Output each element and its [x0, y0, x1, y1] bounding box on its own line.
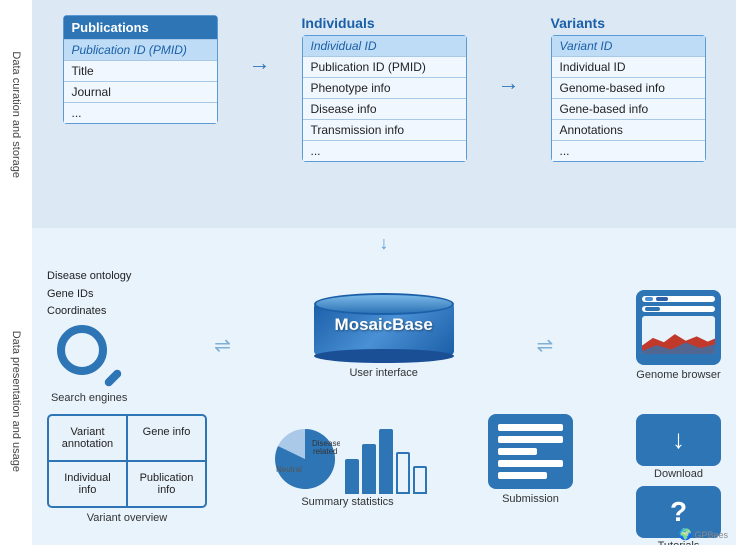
- ind-row-transmission: Transmission info: [303, 119, 466, 140]
- var-row-id: Variant ID: [552, 36, 705, 56]
- ind-row-phenotype: Phenotype info: [303, 77, 466, 98]
- arrow-pub-to-ind: →: [249, 15, 271, 76]
- variant-cell-individual: Individualinfo: [49, 462, 126, 506]
- pub-row-journal: Journal: [64, 81, 217, 102]
- search-icon: [57, 325, 122, 390]
- bar-chart: [345, 424, 427, 494]
- variants-table: Variants Variant ID Individual ID Genome…: [551, 15, 706, 162]
- mosaicbase-section: MosaicBase User interface: [314, 293, 454, 379]
- side-label-bottom: Data presentation and usage: [0, 258, 32, 545]
- user-interface-label: User interface: [349, 367, 417, 379]
- variant-cell-publication: Publicationinfo: [128, 462, 205, 506]
- pie-chart: Disease related related Neutral: [270, 424, 340, 494]
- right-column: ↓ Download ? Tutorials: [636, 414, 721, 545]
- svg-text:related: related: [313, 447, 337, 456]
- ind-row-pubid: Publication ID (PMID): [303, 56, 466, 77]
- individuals-table: Individuals Individual ID Publication ID…: [302, 15, 467, 162]
- var-row-more: ...: [552, 140, 705, 161]
- arrow-search-mosaic: ⇌: [214, 333, 231, 358]
- side-label-top: Data curation and storage: [0, 0, 32, 230]
- variant-overview-label: Variant overview: [87, 512, 168, 524]
- pub-row-title: Title: [64, 60, 217, 81]
- pub-row-more: ...: [64, 102, 217, 123]
- genome-browser-label: Genome browser: [636, 369, 720, 381]
- arrow-ind-to-var: →: [498, 15, 520, 96]
- var-row-gene: Gene-based info: [552, 98, 705, 119]
- var-row-genome: Genome-based info: [552, 77, 705, 98]
- mosaicbase-title: MosaicBase: [335, 315, 433, 335]
- publications-header: Publications: [64, 16, 217, 39]
- svg-text:Neutral: Neutral: [276, 465, 302, 474]
- submission-label: Submission: [502, 493, 559, 505]
- submission-section: Submission: [488, 414, 573, 505]
- data-presentation-section: Disease ontology Gene IDs Coordinates Se…: [32, 258, 736, 545]
- ind-row-more: ...: [303, 140, 466, 161]
- summary-chart: Disease related related Neutral: [270, 414, 425, 494]
- connector-down: ↓: [32, 228, 736, 258]
- summary-statistics-label: Summary statistics: [301, 496, 393, 508]
- gpbees-watermark: 🌍 GPBees: [679, 528, 728, 541]
- summary-statistics-section: Disease related related Neutral S: [270, 414, 425, 508]
- variants-title: Variants: [551, 15, 706, 31]
- pub-row-id: Publication ID (PMID): [64, 39, 217, 60]
- var-row-indid: Individual ID: [552, 56, 705, 77]
- data-curation-section: Publications Publication ID (PMID) Title…: [32, 0, 736, 228]
- var-row-annotations: Annotations: [552, 119, 705, 140]
- genome-browser-icon: [636, 290, 721, 365]
- search-text: Disease ontology Gene IDs Coordinates: [47, 268, 131, 321]
- middle-row: Disease ontology Gene IDs Coordinates Se…: [32, 258, 736, 410]
- download-label: Download: [654, 468, 703, 480]
- individuals-title: Individuals: [302, 15, 467, 31]
- download-icon: ↓: [636, 414, 721, 466]
- variant-grid: Variantannotation Gene info Individualin…: [47, 414, 207, 508]
- search-label: Search engines: [51, 392, 127, 404]
- variant-overview-section: Variantannotation Gene info Individualin…: [47, 414, 207, 524]
- ind-row-id: Individual ID: [303, 36, 466, 56]
- publications-table: Publications Publication ID (PMID) Title…: [63, 15, 218, 124]
- search-section: Disease ontology Gene IDs Coordinates Se…: [47, 268, 131, 404]
- submission-icon: [488, 414, 573, 489]
- ind-row-disease: Disease info: [303, 98, 466, 119]
- variant-cell-gene: Gene info: [128, 416, 205, 460]
- bottom-row: Variantannotation Gene info Individualin…: [32, 410, 736, 545]
- genome-browser-section: Genome browser: [636, 290, 721, 381]
- arrow-mosaic-genome: ⇌: [536, 333, 553, 358]
- download-section: ↓ Download: [636, 414, 721, 480]
- variant-cell-annotation: Variantannotation: [49, 416, 126, 460]
- mosaicbase-cylinder: MosaicBase: [314, 293, 454, 363]
